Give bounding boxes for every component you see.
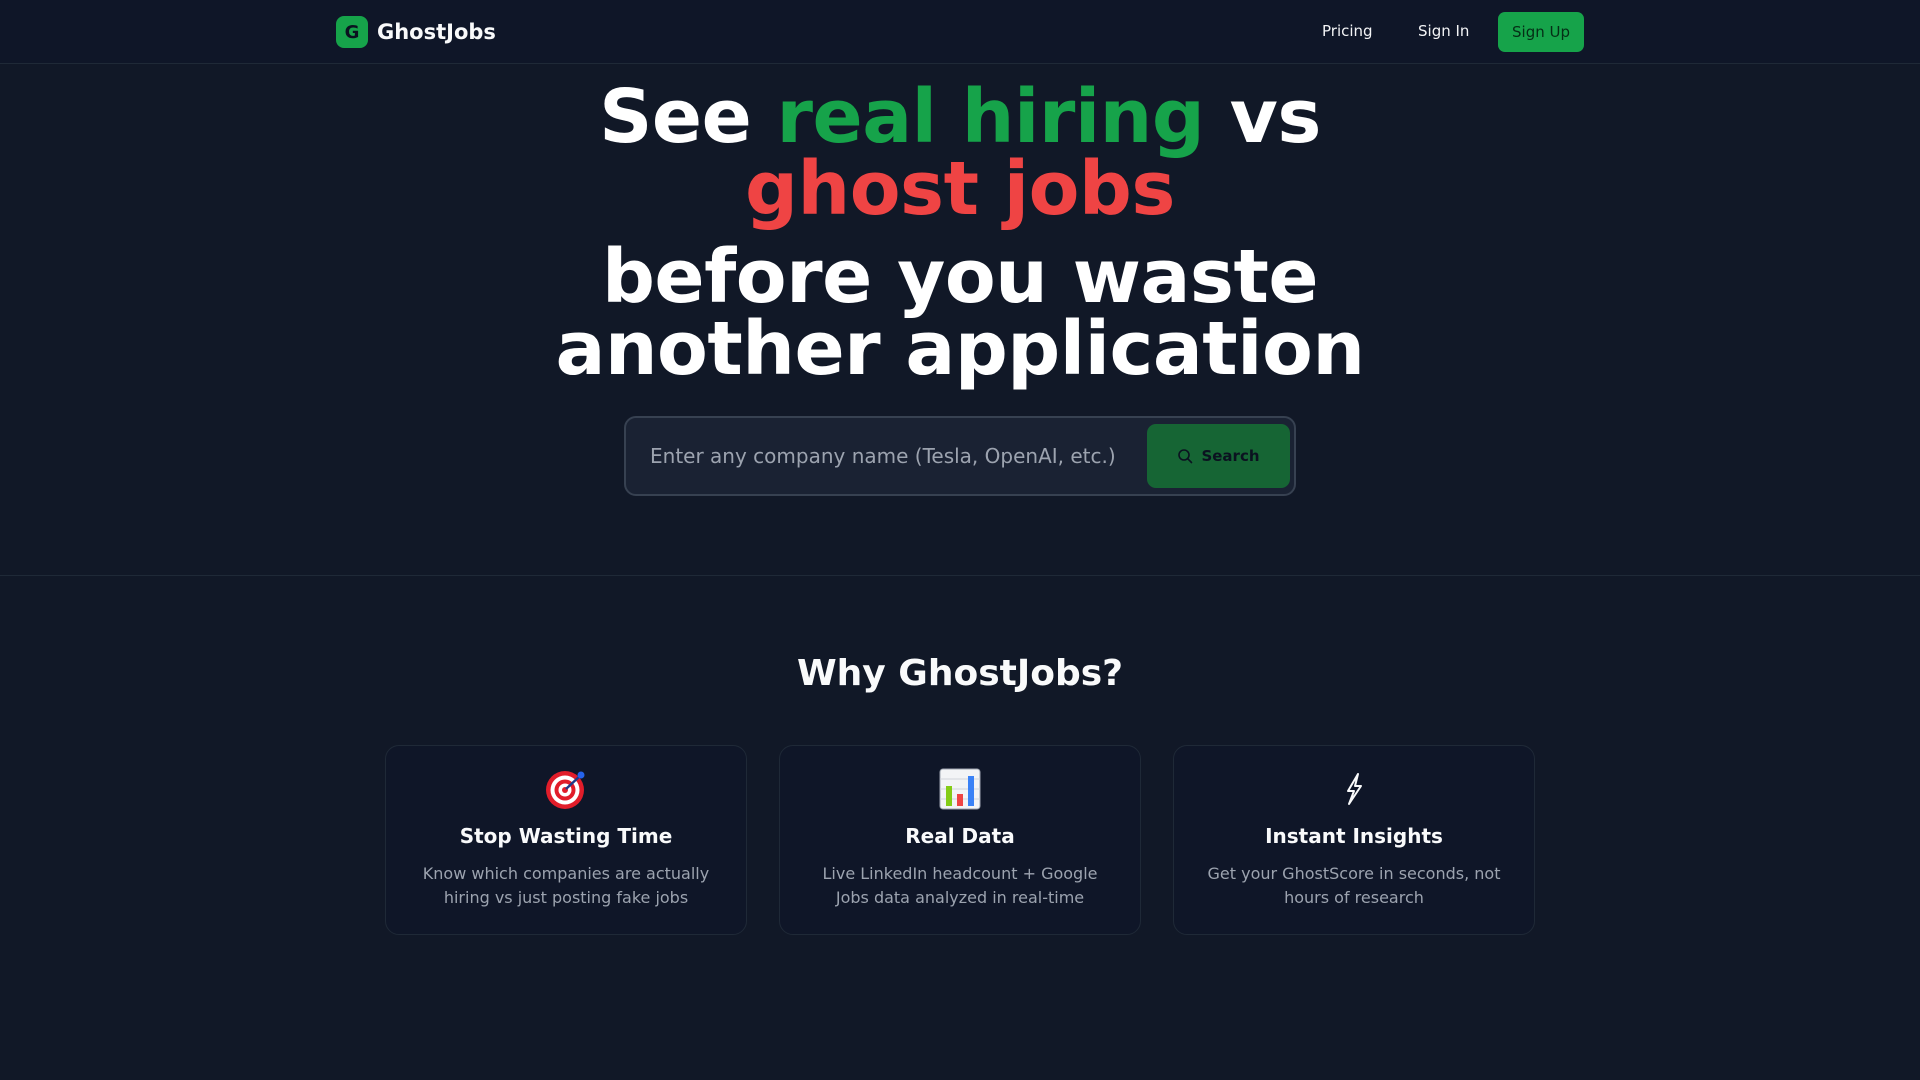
headline-line-1: See real hiring vs (0, 80, 1920, 154)
brand[interactable]: G GhostJobs (336, 16, 496, 48)
sign-up-button[interactable]: Sign Up (1498, 12, 1584, 52)
feature-card-stop-wasting-time: Stop Wasting Time Know which companies a… (385, 745, 747, 935)
card-description: Get your GhostScore in seconds, not hour… (1207, 864, 1501, 907)
card-description: Live LinkedIn headcount + Google Jobs da… (822, 864, 1098, 907)
search-button[interactable]: Search (1147, 424, 1290, 488)
company-search-input[interactable] (642, 432, 1142, 480)
target-icon (386, 768, 746, 810)
search-button-label: Search (1201, 447, 1260, 465)
feature-card-instant-insights: Instant Insights Get your GhostScore in … (1173, 745, 1535, 935)
logo-icon: G (336, 16, 368, 48)
card-title: Real Data (905, 824, 1015, 848)
search-bar: Search (624, 416, 1296, 496)
features-title: Why GhostJobs? (796, 653, 1124, 694)
features-section: Why GhostJobs? Stop Wasting Time Know wh… (0, 577, 1920, 1080)
card-title: Instant Insights (1265, 824, 1443, 848)
headline-line-3: before you waste (601, 234, 1319, 320)
bar-chart-icon (780, 768, 1140, 810)
sign-in-link[interactable]: Sign In (1418, 22, 1469, 40)
card-title: Stop Wasting Time (459, 824, 673, 848)
lightning-icon (1174, 768, 1534, 810)
headline-line-4: another application (555, 306, 1365, 392)
search-icon (1178, 449, 1193, 464)
headline-highlight-red: ghost jobs (745, 146, 1175, 232)
feature-card-real-data: Real Data Live LinkedIn headcount + Goog… (779, 745, 1141, 935)
pricing-link[interactable]: Pricing (1322, 22, 1373, 40)
navbar: G GhostJobs Pricing Sign In Sign Up (0, 0, 1920, 64)
headline-suffix: vs (1204, 74, 1322, 160)
brand-name: GhostJobs (377, 20, 496, 44)
hero-section: See real hiring vs ghost jobs before you… (0, 64, 1920, 576)
card-description: Know which companies are actually hiring… (422, 864, 710, 907)
